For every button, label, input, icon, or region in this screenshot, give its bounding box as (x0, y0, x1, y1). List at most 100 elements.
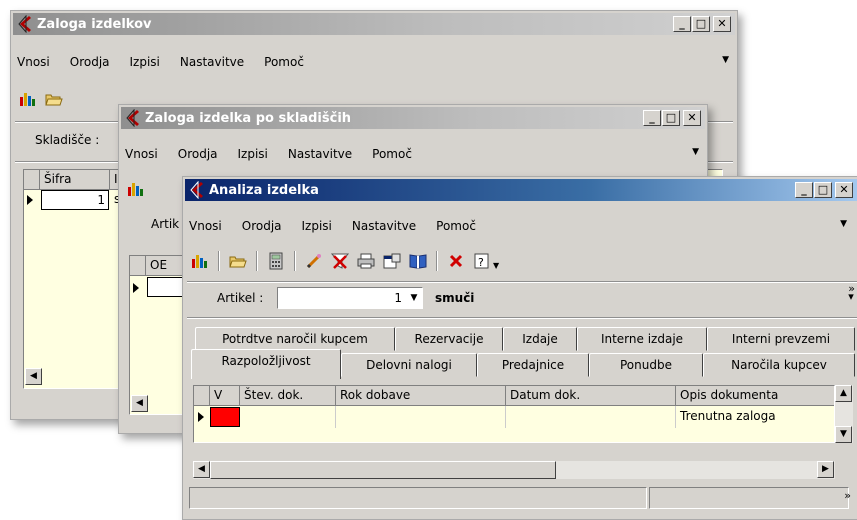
more-chevron-icon[interactable]: » ▾ (848, 283, 855, 302)
scroll-right-button[interactable]: ▶ (817, 461, 834, 478)
minimize-button[interactable]: _ (643, 110, 661, 126)
app-icon (126, 109, 139, 127)
toolbar-separator (256, 251, 258, 271)
chevron-down-icon[interactable]: ▼ (840, 219, 847, 229)
column-header-v[interactable]: V (210, 386, 240, 406)
menu-nastavitve[interactable]: Nastavitve (180, 55, 244, 69)
menu-vnosi[interactable]: Vnosi (189, 219, 222, 233)
toolbar: ? ▼ (189, 247, 499, 275)
scroll-down-button[interactable]: ▼ (835, 426, 852, 443)
tab-interni-prevzemi[interactable]: Interni prevzemi (707, 327, 855, 351)
tab-delovni-nalogi[interactable]: Delovni nalogi (341, 353, 477, 377)
tab-rezervacije[interactable]: Rezervacije (395, 327, 503, 351)
filter-label: Skladišče : (35, 133, 100, 147)
close-button[interactable]: ✕ (835, 182, 853, 198)
scroll-left-button[interactable]: ◀ (25, 368, 42, 385)
tab-ponudbe[interactable]: Ponudbe (589, 353, 703, 377)
data-grid[interactable]: V Štev. dok. Rok dobave Datum dok. Opis … (193, 385, 835, 443)
dropdown-arrow-icon[interactable]: ▼ (493, 253, 499, 270)
row-indicator-icon (198, 412, 204, 422)
open-folder-icon[interactable] (43, 88, 65, 110)
column-header-datum-dok[interactable]: Datum dok. (506, 386, 676, 406)
column-header-empty (24, 170, 40, 190)
expand-chevron-icon[interactable]: » (844, 489, 851, 502)
menu-orodja[interactable]: Orodja (70, 55, 110, 69)
status-panel (189, 487, 647, 509)
menu-izpisi[interactable]: Izpisi (130, 55, 160, 69)
menu-nastavitve[interactable]: Nastavitve (352, 219, 416, 233)
open-folder-icon[interactable] (227, 250, 249, 272)
app-icon (190, 181, 203, 199)
close-button[interactable]: ✕ (683, 110, 701, 126)
tab-narocila-kupcev[interactable]: Naročila kupcev (703, 353, 855, 377)
menu-pomoc[interactable]: Pomoč (264, 55, 304, 69)
book-icon[interactable] (407, 250, 429, 272)
chart-icon[interactable] (17, 88, 39, 110)
maximize-button[interactable]: □ (662, 110, 680, 126)
toolbar (17, 85, 65, 113)
tab-izdaje[interactable]: Izdaje (503, 327, 577, 351)
artikel-label-partial: Artik (151, 217, 180, 231)
toolbar-separator (218, 251, 220, 271)
menu-orodja[interactable]: Orodja (178, 147, 218, 161)
scroll-left-button[interactable]: ◀ (131, 395, 148, 412)
menu-izpisi[interactable]: Izpisi (302, 219, 332, 233)
menu-nastavitve[interactable]: Nastavitve (288, 147, 352, 161)
oe-cell-input[interactable] (147, 277, 187, 297)
horizontal-scrollbar[interactable]: ◀ ▶ (193, 461, 835, 479)
filter-icon[interactable] (329, 250, 351, 272)
chevron-down-icon[interactable]: ▼ (722, 55, 729, 65)
table-row[interactable]: Trenutna zaloga (194, 406, 834, 428)
status-cell-red[interactable] (210, 407, 240, 427)
divider (187, 317, 857, 319)
titlebar[interactable]: Zaloga izdelka po skladiščih _ □ ✕ (121, 107, 705, 129)
delete-icon[interactable] (445, 250, 467, 272)
menubar: Vnosi Orodja Izpisi Nastavitve Pomoč ▼ (125, 143, 701, 165)
chart-icon[interactable] (125, 178, 147, 200)
chart-icon[interactable] (189, 250, 211, 272)
status-panel (649, 487, 849, 509)
column-header-sifra[interactable]: Šifra (40, 170, 110, 190)
maximize-button[interactable]: □ (814, 182, 832, 198)
chevron-down-icon[interactable]: ▼ (406, 288, 422, 308)
chevron-down-icon[interactable]: ▼ (692, 147, 699, 157)
titlebar[interactable]: Analiza izdelka _ □ ✕ (185, 179, 857, 201)
maximize-button[interactable]: □ (692, 16, 710, 32)
menu-izpisi[interactable]: Izpisi (238, 147, 268, 161)
help-icon[interactable]: ? (471, 250, 493, 272)
minimize-button[interactable]: _ (795, 182, 813, 198)
cell-rok-dobave (336, 406, 506, 428)
column-header-rok-dobave[interactable]: Rok dobave (336, 386, 506, 406)
toolbar-separator (436, 251, 438, 271)
scroll-thumb[interactable] (210, 461, 556, 479)
scroll-left-button[interactable]: ◀ (193, 461, 210, 478)
properties-icon[interactable] (381, 250, 403, 272)
menubar: Vnosi Orodja Izpisi Nastavitve Pomoč ▼ (189, 215, 857, 237)
column-header-empty (194, 386, 210, 406)
calculator-icon[interactable] (265, 250, 287, 272)
menu-pomoc[interactable]: Pomoč (372, 147, 412, 161)
close-button[interactable]: ✕ (713, 16, 731, 32)
column-header-stev-dok[interactable]: Štev. dok. (240, 386, 336, 406)
scroll-up-button[interactable]: ▲ (835, 385, 852, 402)
tab-potrdtve-narocil[interactable]: Potrdtve naročil kupcem (195, 327, 395, 351)
column-header-oe[interactable]: OE (146, 256, 186, 276)
sifra-cell-input[interactable]: 1 (41, 190, 109, 210)
titlebar[interactable]: Zaloga izdelkov _ □ ✕ (13, 13, 735, 35)
print-icon[interactable] (355, 250, 377, 272)
menu-pomoc[interactable]: Pomoč (436, 219, 476, 233)
menu-vnosi[interactable]: Vnosi (17, 55, 50, 69)
cell-opis-dokumenta: Trenutna zaloga (680, 409, 776, 423)
pencil-icon[interactable] (303, 250, 325, 272)
artikel-combobox[interactable]: 1 ▼ (277, 287, 423, 309)
tab-razpolozljivost[interactable]: Razpoložljivost (191, 349, 341, 379)
tab-predajnice[interactable]: Predajnice (477, 353, 589, 377)
minimize-button[interactable]: _ (673, 16, 691, 32)
menu-vnosi[interactable]: Vnosi (125, 147, 158, 161)
column-header-opis[interactable]: Opis dokumenta (676, 386, 834, 406)
tab-interne-izdaje[interactable]: Interne izdaje (577, 327, 707, 351)
vertical-scrollbar[interactable]: ▲ ▼ (835, 385, 853, 443)
cell-datum-dok (506, 406, 676, 428)
window-analiza-izdelka[interactable]: Analiza izdelka _ □ ✕ Vnosi Orodja Izpis… (182, 176, 857, 520)
menu-orodja[interactable]: Orodja (242, 219, 282, 233)
